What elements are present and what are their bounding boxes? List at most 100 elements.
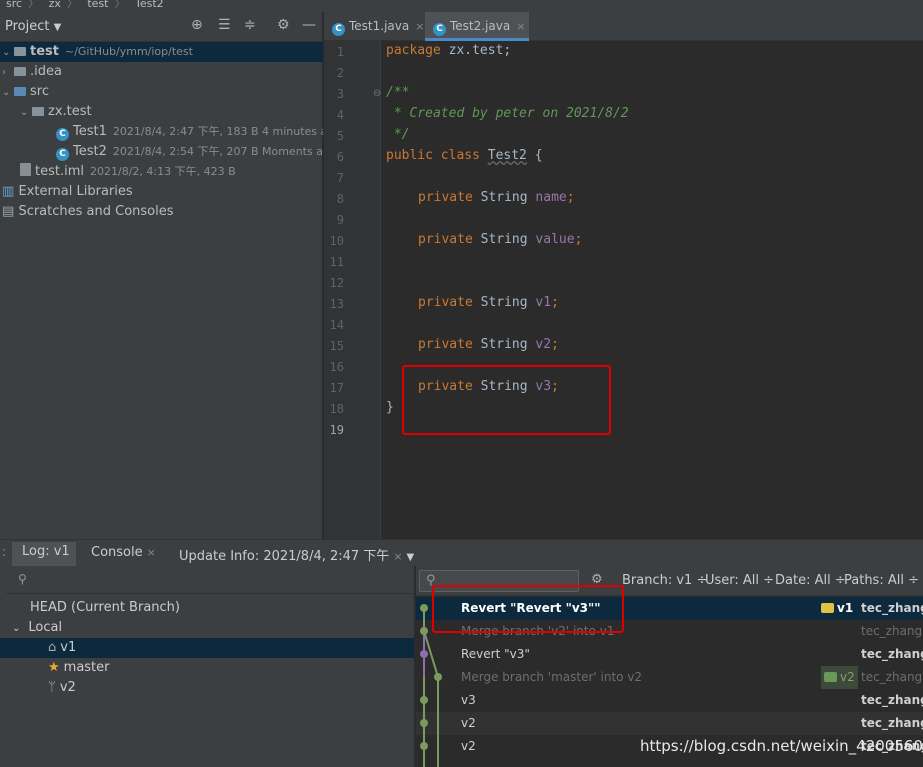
chevron-down-icon: ▼ <box>53 22 62 33</box>
breadcrumb-test2[interactable]: Test2 <box>135 0 164 10</box>
tab-log[interactable]: Log: v1 <box>12 542 76 566</box>
breadcrumb: src 〉 zx 〉 test 〉 Test2 <box>0 0 923 12</box>
highlight-box-v3 <box>402 365 611 435</box>
line-number: 16 <box>329 360 344 374</box>
commit-node <box>420 696 428 704</box>
tag-icon <box>821 603 834 613</box>
commit-node <box>420 719 428 727</box>
tree-item-test[interactable]: ⌄ test ~/GitHub/ymm/iop/test <box>0 42 323 62</box>
branch-icon: ᛘ <box>48 680 56 695</box>
fold-icon[interactable]: ⊖ <box>373 88 381 99</box>
tab-test1[interactable]: C Test1.java × <box>324 12 424 41</box>
code-line-13: private String v1; <box>418 295 559 310</box>
tree-item-idea[interactable]: › .idea <box>0 62 323 82</box>
line-number-gutter: 1 2 3 4 5 6 7 8 9 10 11 12 13 14 15 16 1… <box>324 41 381 539</box>
branch-item-v1[interactable]: ⌂ v1 <box>0 638 414 658</box>
line-number: 6 <box>336 150 344 164</box>
tree-item-external-libraries[interactable]: ▥ External Libraries <box>0 182 323 202</box>
breadcrumb-src[interactable]: src <box>6 0 22 10</box>
commit-node <box>420 650 428 658</box>
folder-icon <box>14 47 26 56</box>
line-number: 7 <box>336 171 344 185</box>
folder-icon <box>14 67 26 76</box>
commit-node <box>420 604 428 612</box>
line-number: 15 <box>329 339 344 353</box>
commit-row[interactable]: Merge branch 'master' into v2 v2 tec_zha… <box>416 666 923 689</box>
tab-console[interactable]: Console × <box>91 545 156 560</box>
tree-item-iml[interactable]: test.iml 2021/8/2, 4:13 下午, 423 B <box>0 162 323 182</box>
code-line-6: public class Test2 { <box>386 148 543 163</box>
branch-search-input[interactable]: ⚲ <box>6 568 414 594</box>
filter-paths[interactable]: Paths: All ÷ <box>844 573 919 588</box>
watermark: https://blog.csdn.net/weixin_42005602 <box>640 737 923 755</box>
filter-branch[interactable]: Branch: v1 ÷ <box>622 573 707 588</box>
commit-node <box>434 673 442 681</box>
code-line-3: /** <box>386 85 410 100</box>
locate-icon[interactable]: ⊕ <box>191 17 203 33</box>
branch-tag-v2: v2 <box>821 666 858 689</box>
close-icon[interactable]: × <box>415 20 424 33</box>
commit-node <box>420 627 428 635</box>
filter-user[interactable]: User: All ÷ <box>705 573 774 588</box>
chevron-right-icon: › <box>2 67 6 78</box>
chevron-down-icon: ⌄ <box>12 623 21 634</box>
tree-item-test2[interactable]: C Test2 2021/8/4, 2:54 下午, 207 B Moments a… <box>0 142 323 162</box>
hide-icon[interactable]: — <box>302 17 316 33</box>
java-class-icon: C <box>56 128 69 141</box>
close-icon[interactable]: × <box>147 546 156 559</box>
scratch-icon: ▤ <box>2 204 15 219</box>
code-line-10: private String value; <box>418 232 583 247</box>
branch-group-local[interactable]: ⌄ Local <box>0 618 414 638</box>
bottom-tool-tabs: : Log: v1 Console × Update Info: 2021/8/4… <box>0 539 923 566</box>
ide-window: src 〉 zx 〉 test 〉 Test2 Project ▼ ⊕ ☰ ≑ ⚙ —… <box>0 0 923 767</box>
tree-item-test1[interactable]: C Test1 2021/8/4, 2:47 下午, 183 B 4 minutes… <box>0 122 323 142</box>
line-number: 3 <box>336 87 344 101</box>
branch-item-v2[interactable]: ᛘ v2 <box>0 678 414 698</box>
line-number: 11 <box>329 255 344 269</box>
search-icon: ⚲ <box>18 572 27 586</box>
line-number: 2 <box>336 66 344 80</box>
tag-icon <box>824 672 837 682</box>
tab-test2[interactable]: C Test2.java × <box>425 12 529 41</box>
commit-row[interactable]: v3 tec_zhang <box>416 689 923 712</box>
branch-item-master[interactable]: ★ master <box>0 658 414 678</box>
java-class-icon: C <box>433 23 446 36</box>
editor-tabs: C Test1.java × C Test2.java × <box>324 12 923 41</box>
breadcrumb-test[interactable]: test <box>87 0 108 10</box>
line-number: 12 <box>329 276 344 290</box>
chevron-down-icon: ⌄ <box>20 107 29 118</box>
tree-item-package[interactable]: ⌄ zx.test <box>0 102 323 122</box>
commit-node <box>420 742 428 750</box>
tab-update-info[interactable]: Update Info: 2021/8/4, 2:47 下午 × ▼ <box>179 545 414 564</box>
filter-date[interactable]: Date: All ÷ <box>775 573 846 588</box>
line-number: 10 <box>329 234 344 248</box>
tree-item-scratches[interactable]: ▤ Scratches and Consoles <box>0 202 323 222</box>
package-icon <box>32 107 44 116</box>
close-icon[interactable]: × <box>393 550 402 563</box>
line-number: 4 <box>336 108 344 122</box>
highlight-box-revert <box>432 585 624 633</box>
code-editor[interactable]: package zx.test; /** * Created by peter … <box>382 41 923 539</box>
code-line-8: private String name; <box>418 190 575 205</box>
code-line-4: * Created by peter on 2021/8/2 <box>386 106 629 121</box>
commit-row[interactable]: v2 tec_zhang <box>416 712 923 735</box>
java-class-icon: C <box>332 23 345 36</box>
commit-row[interactable]: Revert "v3" tec_zhang <box>416 643 923 666</box>
expand-all-icon[interactable]: ☰ <box>218 17 231 33</box>
breadcrumb-zx[interactable]: zx <box>49 0 61 10</box>
tree-item-src[interactable]: ⌄ src <box>0 82 323 102</box>
code-line-1: package zx.test; <box>386 43 512 58</box>
close-icon[interactable]: × <box>516 20 525 33</box>
collapse-all-icon[interactable]: ≑ <box>244 17 256 33</box>
gear-icon[interactable]: ⚙ <box>277 17 290 33</box>
line-number: 14 <box>329 318 344 332</box>
chevron-down-icon[interactable]: ▼ <box>407 552 415 563</box>
library-icon: ▥ <box>2 184 15 199</box>
chevron-down-icon: ⌄ <box>2 87 11 98</box>
branch-head[interactable]: HEAD (Current Branch) <box>0 598 414 618</box>
line-number: 17 <box>329 381 344 395</box>
project-view-selector[interactable]: Project ▼ <box>5 19 61 34</box>
branches-pane: ⚲ HEAD (Current Branch) ⌄ Local ⌂ v1 ★ mast… <box>0 566 415 767</box>
project-panel: Project ▼ ⊕ ☰ ≑ ⚙ — ⌄ test ~/GitHub/ymm/io… <box>0 12 323 539</box>
project-panel-header: Project ▼ ⊕ ☰ ≑ ⚙ — <box>0 12 323 42</box>
